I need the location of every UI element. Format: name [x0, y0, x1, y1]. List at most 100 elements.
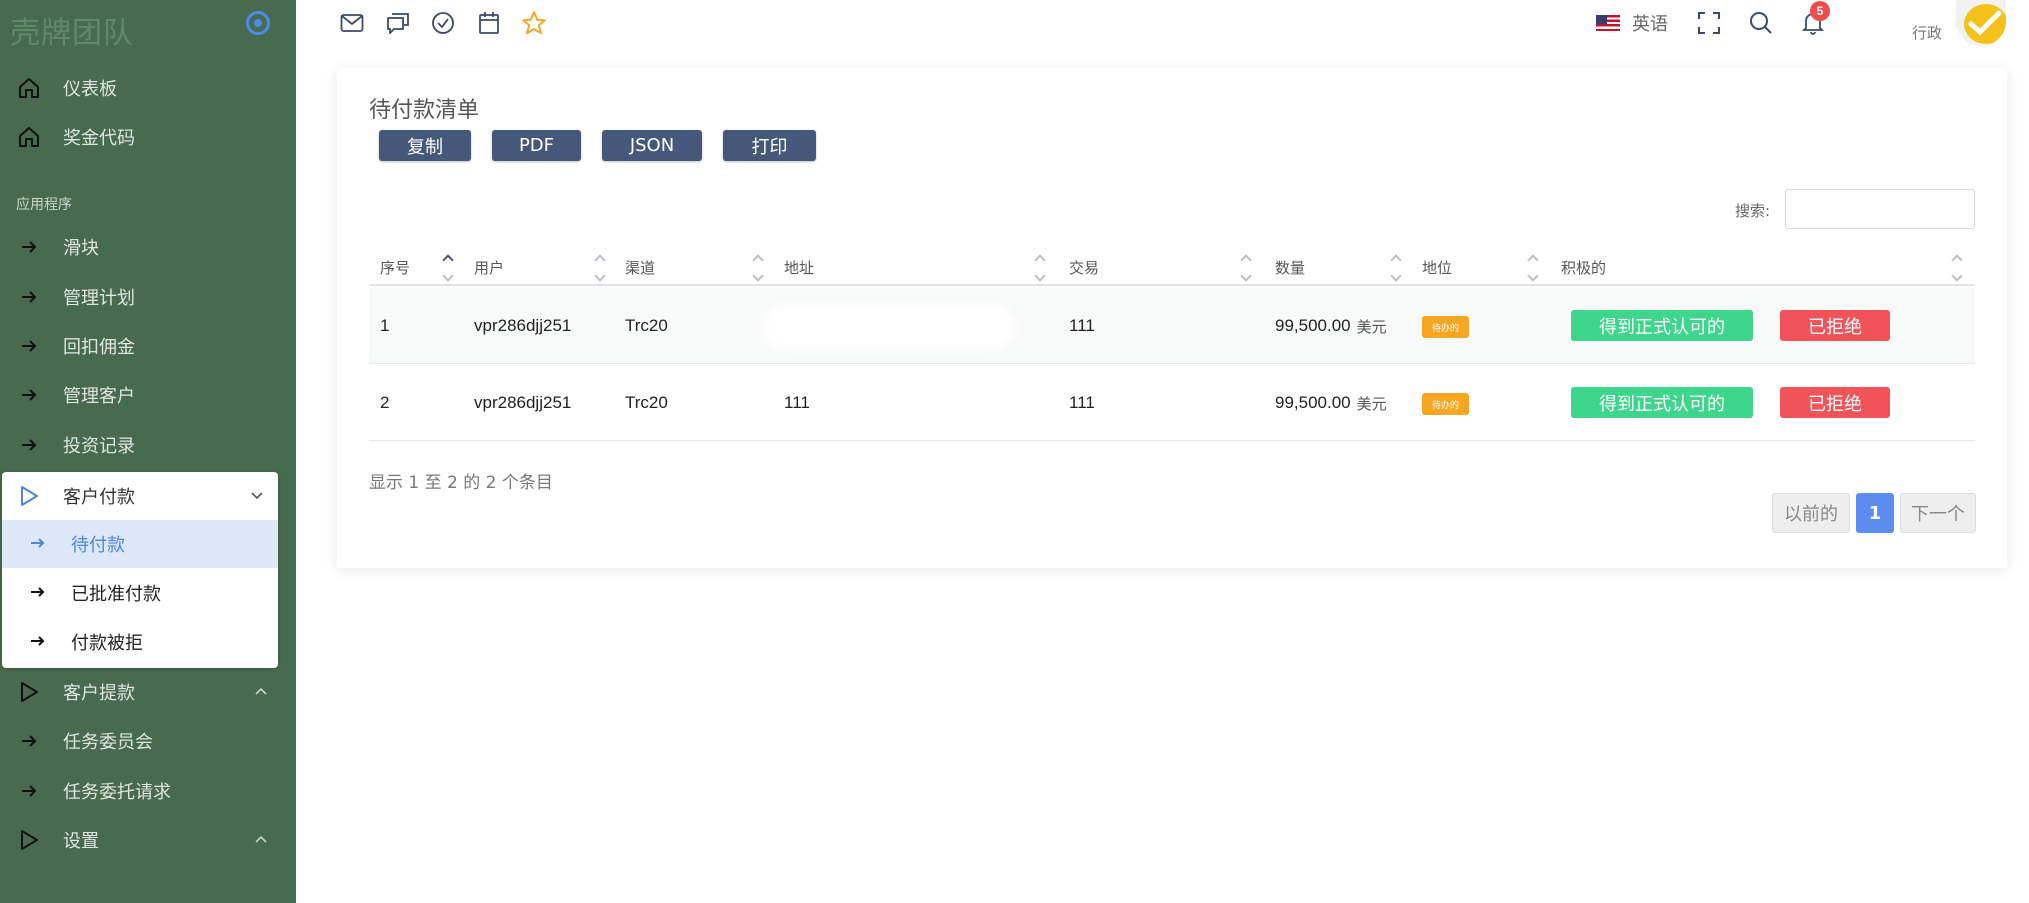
sidebar-group-settings[interactable]: 设置	[0, 818, 296, 862]
amount-unit: 美元	[1356, 394, 1387, 413]
pdf-button[interactable]: PDF	[492, 130, 581, 161]
sidebar-item-rebate[interactable]: 回扣佣金	[0, 324, 296, 368]
chevron-up-icon	[254, 832, 268, 848]
play-icon	[16, 827, 42, 853]
column-label: 交易	[1069, 258, 1100, 277]
sidebar-item-label: 客户提款	[63, 683, 135, 704]
copy-button[interactable]: 复制	[379, 130, 471, 161]
us-flag-icon	[1596, 15, 1620, 31]
sidebar-item-manage-plans[interactable]: 管理计划	[0, 275, 296, 319]
section-title-apps: 应用程序	[16, 197, 72, 213]
column-label: 用户	[474, 258, 505, 277]
column-label: 地位	[1422, 258, 1453, 277]
sidebar-item-label: 回扣佣金	[63, 337, 135, 358]
sidebar-subitem-label: 已批准付款	[71, 584, 161, 605]
sidebar-item-bonus-code[interactable]: 奖金代码	[0, 115, 296, 159]
cell-transaction: 111	[1069, 316, 1095, 335]
cell-user: vpr286djj251	[474, 393, 572, 412]
sidebar-item-label: 仪表板	[63, 79, 117, 100]
sidebar-group-label: 客户付款	[63, 487, 135, 508]
reject-button[interactable]: 已拒绝	[1780, 310, 1890, 341]
column-header-status[interactable]: 地位	[1422, 248, 1452, 286]
sort-icon	[1240, 256, 1252, 284]
cell-channel: Trc20	[625, 316, 668, 335]
fullscreen-icon[interactable]	[1696, 10, 1722, 36]
column-label: 渠道	[625, 258, 656, 277]
sidebar-group-customer-withdrawals[interactable]: 客户提款	[0, 670, 296, 714]
json-button[interactable]: JSON	[602, 130, 702, 161]
sort-icon	[1527, 256, 1539, 284]
cell-channel: Trc20	[625, 393, 668, 412]
sidebar-item-label: 滑块	[63, 238, 99, 259]
sort-icon	[594, 256, 606, 284]
user-role: 行政	[1912, 24, 1943, 42]
play-icon	[18, 484, 40, 513]
arrow-right-icon	[16, 234, 42, 260]
sidebar-item-investments[interactable]: 投资记录	[0, 423, 296, 467]
sidebar-item-label: 任务委托请求	[63, 782, 171, 803]
reject-button[interactable]: 已拒绝	[1780, 387, 1890, 418]
mail-icon[interactable]	[339, 10, 365, 36]
status-badge: 待办的	[1422, 393, 1470, 415]
star-icon[interactable]	[521, 10, 547, 36]
column-header-amount[interactable]: 数量	[1275, 248, 1305, 286]
approve-button[interactable]: 得到正式认可的	[1571, 387, 1753, 418]
arrow-right-icon	[30, 535, 46, 554]
sidebar-item-task-requests[interactable]: 任务委托请求	[0, 769, 296, 813]
cell-no: 2	[380, 393, 390, 412]
arrow-right-icon	[16, 284, 42, 310]
cell-no: 1	[380, 316, 390, 335]
column-header-channel[interactable]: 渠道	[625, 248, 655, 286]
sidebar-item-slider[interactable]: 滑块	[0, 225, 296, 269]
redacted-address	[769, 310, 1009, 344]
table-row: 1 vpr286djj251 Trc20 111 99,500.00 美元 待办…	[369, 288, 1975, 364]
sort-icon	[1951, 256, 1963, 284]
search-input[interactable]	[1785, 189, 1975, 229]
sidebar-item-task-committee[interactable]: 任务委员会	[0, 719, 296, 763]
column-header-user[interactable]: 用户	[474, 248, 504, 286]
chevron-up-icon	[254, 684, 268, 700]
notification-badge: 5	[1810, 1, 1830, 21]
sidebar-item-manage-customers[interactable]: 管理客户	[0, 373, 296, 417]
arrow-right-icon	[30, 584, 46, 603]
cell-amount: 99,500.00 美元	[1275, 365, 1387, 441]
table-header: 序号 用户 渠道 地址 交易 数量 地位 积极的	[369, 248, 1975, 286]
check-circle-icon[interactable]	[430, 10, 456, 36]
column-label: 地址	[784, 258, 815, 277]
sidebar-item-label: 任务委员会	[63, 732, 153, 753]
column-header-no[interactable]: 序号	[380, 248, 410, 286]
pagination-prev-button[interactable]: 以前的	[1772, 493, 1850, 533]
arrow-right-icon	[16, 333, 42, 359]
sidebar-subitem-rejected-payments[interactable]: 付款被拒	[2, 618, 278, 666]
arrow-right-icon	[16, 382, 42, 408]
language-selector[interactable]: 英语	[1596, 10, 1668, 36]
pagination-page-button[interactable]: 1	[1856, 493, 1894, 533]
avatar[interactable]	[1956, 0, 2006, 46]
submenu-customer-payments: 客户付款 待付款 已批准付款 付款被拒	[2, 472, 278, 668]
sidebar-subitem-approved-payments[interactable]: 已批准付款	[2, 569, 278, 617]
home-icon	[16, 75, 42, 101]
column-header-address[interactable]: 地址	[784, 248, 814, 286]
cell-user: vpr286djj251	[474, 316, 572, 335]
sidebar-item-dashboard[interactable]: 仪表板	[0, 66, 296, 110]
home-icon	[16, 124, 42, 150]
calendar-icon[interactable]	[476, 10, 502, 36]
sidebar-toggle-icon[interactable]	[246, 11, 270, 35]
search-icon[interactable]	[1748, 10, 1774, 36]
chevron-down-icon	[250, 488, 264, 504]
pagination-next-button[interactable]: 下一个	[1900, 493, 1976, 533]
arrow-right-icon	[16, 778, 42, 804]
sidebar-item-label: 管理计划	[63, 288, 135, 309]
sidebar-group-customer-payments[interactable]: 客户付款	[2, 472, 278, 520]
sidebar-subitem-pending-payments[interactable]: 待付款	[2, 520, 278, 568]
chat-icon[interactable]	[385, 10, 411, 36]
print-button[interactable]: 打印	[723, 130, 816, 161]
sidebar-subitem-label: 付款被拒	[71, 633, 143, 654]
column-header-actions[interactable]: 积极的	[1561, 248, 1606, 286]
column-header-transaction[interactable]: 交易	[1069, 248, 1099, 286]
search-label: 搜索:	[1735, 202, 1771, 220]
approve-button[interactable]: 得到正式认可的	[1571, 310, 1753, 341]
brand-logo: 壳牌团队	[10, 16, 134, 51]
amount-value: 99,500.00	[1275, 393, 1351, 412]
sidebar: 壳牌团队 仪表板 奖金代码 应用程序 滑块 管理计划 回扣佣金 管理客户 投资记…	[0, 0, 296, 903]
